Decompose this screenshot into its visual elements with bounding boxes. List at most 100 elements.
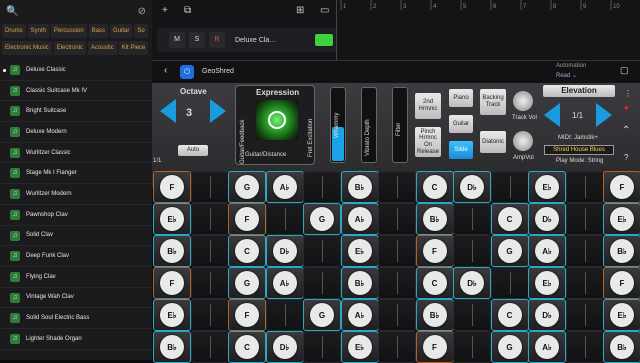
note-cell[interactable]: E♭ [528,171,566,203]
track-vol-knob[interactable] [513,91,533,111]
note-cell[interactable]: B♭ [153,235,191,267]
window-icon[interactable]: ▢ [620,65,629,76]
note-cell[interactable]: G [490,331,529,363]
note-cell[interactable]: C [415,171,454,203]
note-cell[interactable]: D♭ [528,203,566,235]
note-cell[interactable]: B♭ [603,331,640,363]
note-cell[interactable]: A♭ [340,299,379,331]
empty-fret-cell[interactable] [453,331,491,363]
empty-fret-cell[interactable] [565,331,604,363]
empty-fret-cell[interactable] [190,203,229,235]
empty-fret-cell[interactable] [378,267,416,299]
tag-chip[interactable]: Guitar [110,24,133,38]
tag-chip[interactable]: Acoustic [88,41,117,55]
preset-name[interactable]: Shred House Blues [544,145,614,155]
empty-fret-cell[interactable] [265,299,304,331]
mute-button[interactable]: M [169,32,185,48]
note-cell[interactable]: B♭ [153,331,191,363]
note-cell[interactable]: F [415,235,454,267]
track-settings-icon[interactable]: ⊞ [296,5,304,16]
note-cell[interactable]: E♭ [153,299,191,331]
note-cell[interactable]: C [228,331,266,363]
note-cell[interactable]: B♭ [603,235,640,267]
note-cell[interactable]: F [415,331,454,363]
note-cell[interactable]: E♭ [603,203,640,235]
note-cell[interactable]: E♭ [153,203,191,235]
expression-pad[interactable]: Expression Guitar/Feedback Guitar/Distan… [235,85,315,165]
note-cell[interactable]: E♭ [528,267,566,299]
record-icon[interactable]: ● [624,103,629,112]
empty-fret-cell[interactable] [453,203,491,235]
guitar-button[interactable]: Guitar [449,115,473,133]
note-cell[interactable]: C [490,299,529,331]
second-harmonic-button[interactable]: 2nd Hrmnic [415,93,441,119]
note-cell[interactable]: D♭ [528,299,566,331]
note-cell[interactable]: D♭ [265,331,304,363]
empty-fret-cell[interactable] [490,267,529,299]
patch-item[interactable]: ♫ Vintage Wah Clav [0,288,152,309]
note-cell[interactable]: G [228,267,266,299]
collapse-chevron-icon[interactable]: ⌃ [622,125,630,136]
empty-fret-cell[interactable] [303,331,341,363]
automation-mode[interactable]: Read ⌄ [556,72,577,79]
backing-track-button[interactable]: Backing Track [480,89,506,115]
empty-fret-cell[interactable] [190,171,229,203]
note-cell[interactable]: A♭ [528,331,566,363]
view-toggle-icon[interactable]: ▭ [320,5,329,16]
empty-fret-cell[interactable] [190,299,229,331]
note-cell[interactable]: B♭ [340,171,379,203]
patch-item[interactable]: ♫ Deluxe Modern [0,122,152,143]
empty-fret-cell[interactable] [378,171,416,203]
note-cell[interactable]: A♭ [340,203,379,235]
empty-fret-cell[interactable] [303,267,341,299]
note-cell[interactable]: G [490,235,529,267]
empty-fret-cell[interactable] [453,299,491,331]
note-cell[interactable]: F [153,267,191,299]
note-cell[interactable]: F [603,171,640,203]
note-cell[interactable]: G [228,171,266,203]
note-cell[interactable]: C [228,235,266,267]
menu-dots-icon[interactable]: ⋮ [624,89,632,98]
note-cell[interactable]: D♭ [453,171,491,203]
patch-item[interactable]: ♫ Lighter Shade Organ [0,329,152,350]
solo-button[interactable]: S [189,32,205,48]
note-cell[interactable]: E♭ [603,299,640,331]
back-icon[interactable]: ‹ [164,65,167,76]
note-cell[interactable]: E♭ [340,331,379,363]
octave-up-button[interactable] [210,99,226,123]
help-icon[interactable]: ? [624,153,628,162]
patch-item[interactable]: ♫ Classic Suitcase Mk IV [0,81,152,102]
empty-fret-cell[interactable] [565,267,604,299]
tag-chip[interactable]: Synth [27,24,50,38]
empty-fret-cell[interactable] [565,171,604,203]
tag-chip[interactable]: Drums [2,24,26,38]
note-cell[interactable]: C [415,267,454,299]
note-cell[interactable]: B♭ [415,203,454,235]
empty-fret-cell[interactable] [190,235,229,267]
library-search-bar[interactable]: 🔍 ⊘ [0,0,152,22]
expression-cursor[interactable] [268,111,286,129]
vibrato-depth-slider[interactable]: Vibrato Depth [361,87,377,163]
tag-chip[interactable]: Percussion [51,24,87,38]
note-cell[interactable]: F [603,267,640,299]
filter-icon[interactable]: ⊘ [138,6,146,17]
add-track-icon[interactable]: + [162,5,168,16]
empty-fret-cell[interactable] [265,203,304,235]
track-header[interactable]: M S R Deluxe Cla… [157,28,337,52]
note-cell[interactable]: F [228,299,266,331]
pinch-harmonic-button[interactable]: Pinch Hrmnc On Release [415,127,441,157]
empty-fret-cell[interactable] [565,203,604,235]
slide-button[interactable]: Slide [449,141,473,159]
empty-fret-cell[interactable] [378,235,416,267]
filter-slider[interactable]: Filter [392,87,408,163]
patch-item[interactable]: ♫ Stage Mk I Flanger [0,163,152,185]
note-cell[interactable]: A♭ [265,171,304,203]
patch-item[interactable]: ♫ Wurlitzer Classic [0,143,152,164]
patch-item[interactable]: ♫ Bright Suitcase [0,101,152,123]
empty-fret-cell[interactable] [303,235,341,267]
note-cell[interactable]: B♭ [415,299,454,331]
empty-fret-cell[interactable] [303,171,341,203]
whammy-slider[interactable]: Whammy [330,87,346,163]
note-cell[interactable]: G [303,203,341,235]
empty-fret-cell[interactable] [190,331,229,363]
